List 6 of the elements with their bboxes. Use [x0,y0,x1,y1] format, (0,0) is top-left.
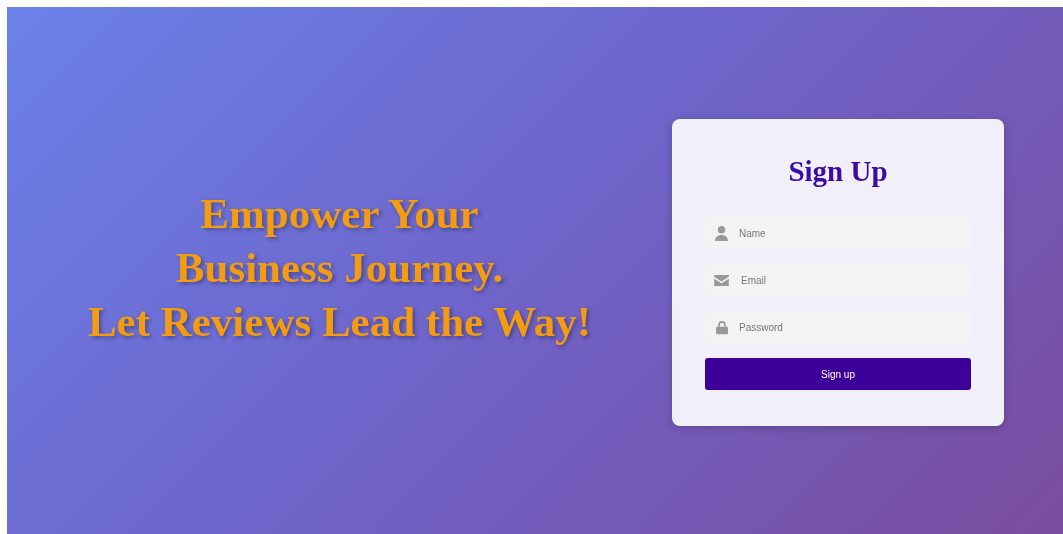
input-field[interactable]: Email [705,264,971,296]
input-field[interactable]: Name [705,217,971,249]
input-field[interactable]: Password [705,311,971,343]
sign-up-button[interactable]: Sign up [705,358,971,390]
form-title: Sign Up [787,154,889,189]
headline: Empower Your Business Journey. Let Reviews Lead the Way! [87,188,592,347]
